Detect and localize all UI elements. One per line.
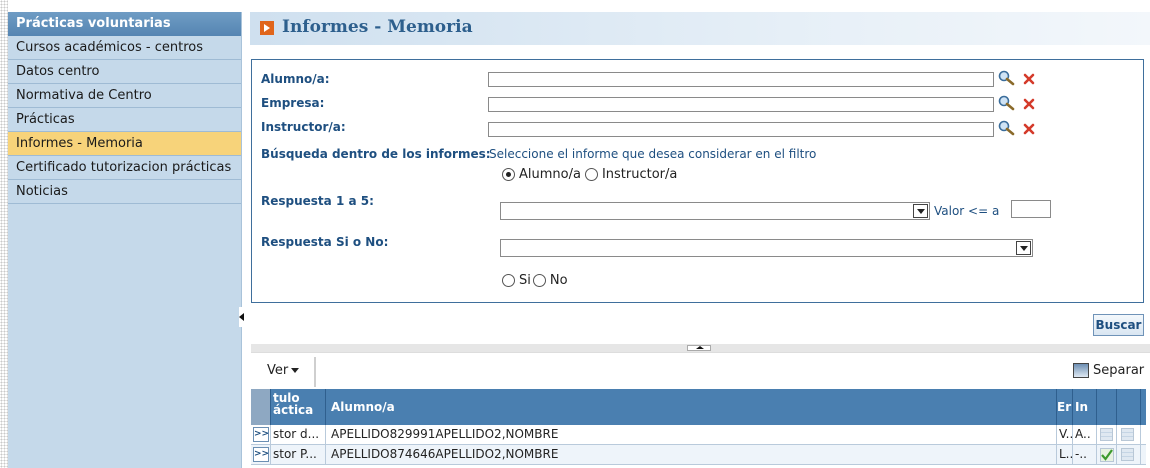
detach-window-icon: [1073, 363, 1089, 378]
respuesta15-select[interactable]: [500, 202, 930, 220]
sidebar-item-datos-centro[interactable]: Datos centro: [8, 60, 241, 84]
empresa-field[interactable]: [488, 97, 994, 112]
column-header-action1: [1097, 389, 1117, 425]
radio-si[interactable]: [502, 274, 515, 287]
cell-action2: [1117, 425, 1141, 445]
table-icon[interactable]: [1121, 448, 1134, 461]
table-icon[interactable]: [1121, 428, 1134, 441]
cell-titulo: stor P...: [271, 445, 326, 465]
sidebar-item-certificado[interactable]: Certificado tutorizacion prácticas: [8, 156, 241, 180]
radio-instructor[interactable]: [584, 168, 598, 181]
separar-button[interactable]: Separar: [1073, 363, 1144, 378]
chevron-down-icon[interactable]: [1016, 241, 1031, 255]
row-expander-cell: >>: [251, 445, 271, 465]
instructor-field[interactable]: [488, 122, 994, 137]
caret-down-icon: [291, 368, 300, 373]
cell-in: A..: [1073, 425, 1097, 445]
instructor-label: Instructor/a:: [261, 120, 346, 134]
chevron-down-icon[interactable]: [913, 204, 928, 218]
column-header-in[interactable]: In: [1073, 389, 1097, 425]
cell-in: -..: [1073, 445, 1097, 465]
search-icon[interactable]: [997, 120, 1015, 136]
collapse-sidebar-toggle[interactable]: [239, 307, 245, 327]
grid-header: tulo áctica Alumno/a Er In: [251, 389, 1146, 425]
busqueda-label: Búsqueda dentro de los informes:: [261, 147, 491, 161]
results-grid: tulo áctica Alumno/a Er In >> stor d... …: [251, 389, 1146, 465]
filter-panel: Alumno/a: Empresa: Instructor/a: Búsqued…: [251, 59, 1144, 303]
header-arrow-icon: [260, 21, 274, 35]
alumno-field[interactable]: [488, 72, 994, 87]
cell-alumno: APELLIDO829991APELLIDO2,NOMBRE: [326, 425, 1057, 445]
empresa-label: Empresa:: [261, 96, 325, 110]
sidebar-item-practicas[interactable]: Prácticas: [8, 108, 241, 132]
column-header-titulo[interactable]: tulo áctica: [271, 389, 326, 425]
column-header-action2: [1117, 389, 1141, 425]
busqueda-hint: Seleccione el informe que desea consider…: [489, 147, 817, 161]
respuestasino-label: Respuesta Si o No:: [261, 235, 389, 249]
report-type-radio-group: Alumno/a Instructor/a: [502, 167, 677, 182]
cell-er: L..: [1057, 445, 1073, 465]
ver-menu-label: Ver: [267, 363, 289, 378]
page-header: Informes - Memoria: [250, 12, 1150, 45]
search-icon[interactable]: [997, 95, 1015, 111]
expand-row-icon[interactable]: >>: [253, 447, 269, 462]
report-icon[interactable]: [1100, 428, 1113, 441]
sidebar: Prácticas voluntarias Cursos académicos …: [8, 12, 242, 468]
expand-row-icon[interactable]: >>: [253, 427, 269, 442]
check-icon[interactable]: [1100, 448, 1114, 462]
sidebar-item-informes-memoria[interactable]: Informes - Memoria: [8, 132, 241, 156]
column-header-er[interactable]: Er: [1057, 389, 1073, 425]
sidebar-title: Prácticas voluntarias: [8, 12, 241, 36]
cell-action1: [1097, 425, 1117, 445]
table-row[interactable]: >> stor d... APELLIDO829991APELLIDO2,NOM…: [251, 425, 1146, 445]
grid-header-selector: [251, 389, 271, 425]
radio-instructor-label: Instructor/a: [601, 167, 678, 182]
radio-no-label: No: [549, 273, 568, 288]
separar-label: Separar: [1093, 363, 1145, 378]
radio-alumno-label: Alumno/a: [519, 167, 581, 182]
grid-toolbar: Ver Separar: [251, 352, 1150, 388]
ver-menu-button[interactable]: Ver: [267, 363, 300, 378]
sidebar-item-normativa[interactable]: Normativa de Centro: [8, 84, 241, 108]
cell-action1: [1097, 445, 1117, 465]
radio-si-label: Si: [519, 273, 531, 288]
row-expander-cell: >>: [251, 425, 271, 445]
sidebar-item-cursos[interactable]: Cursos académicos - centros: [8, 36, 241, 60]
radio-alumno[interactable]: [502, 168, 515, 181]
column-header-alumno[interactable]: Alumno/a: [326, 389, 1057, 425]
radio-no[interactable]: [532, 274, 546, 287]
cell-titulo: stor d...: [271, 425, 326, 445]
cell-action2: [1117, 445, 1141, 465]
cell-alumno: APELLIDO874646APELLIDO2,NOMBRE: [326, 445, 1057, 465]
collapse-up-icon[interactable]: [687, 345, 711, 351]
sidebar-item-noticias[interactable]: Noticias: [8, 180, 241, 204]
search-icon[interactable]: [997, 70, 1015, 86]
valor-input[interactable]: [1011, 200, 1051, 218]
page-title: Informes - Memoria: [282, 17, 473, 37]
alumno-label: Alumno/a:: [261, 72, 330, 86]
page-edge-pattern: [0, 0, 8, 468]
clear-icon[interactable]: [1022, 72, 1036, 86]
table-row[interactable]: >> stor P... APELLIDO874646APELLIDO2,NOM…: [251, 445, 1146, 465]
cell-er: V..: [1057, 425, 1073, 445]
sino-radio-group: Si No: [502, 273, 568, 288]
search-button[interactable]: Buscar: [1093, 314, 1144, 336]
clear-icon[interactable]: [1022, 97, 1036, 111]
respuesta15-label: Respuesta 1 a 5:: [261, 194, 374, 208]
toolbar-divider: [314, 357, 316, 387]
valor-label: Valor <= a: [934, 204, 1000, 218]
respuestasino-select[interactable]: [500, 239, 1033, 257]
panel-splitter[interactable]: [251, 344, 1150, 352]
clear-icon[interactable]: [1022, 122, 1036, 136]
